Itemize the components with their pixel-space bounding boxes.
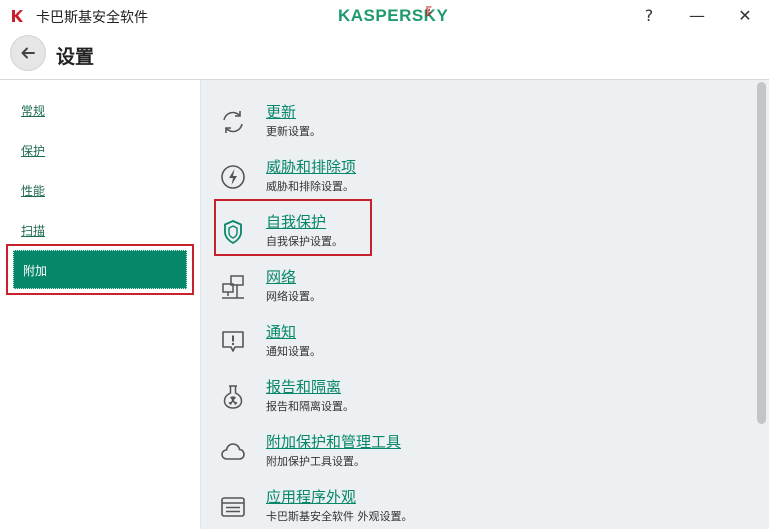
settings-entry-title[interactable]: 报告和隔离 [266,376,341,397]
settings-entry-notifications[interactable]: 通知 通知设置。 [201,320,741,364]
settings-entry-subtitle: 网络设置。 [266,290,321,303]
back-button[interactable] [10,35,46,71]
help-button[interactable]: ? [634,4,664,28]
scrollbar-thumb[interactable] [757,82,766,424]
sidebar-item-scan[interactable]: 扫描 [21,222,45,239]
settings-entry-additional-tools[interactable]: 附加保护和管理工具 附加保护工具设置。 [201,430,741,474]
settings-entry-title[interactable]: 应用程序外观 [266,486,356,507]
settings-entry-subtitle: 威胁和排除设置。 [266,180,354,193]
sidebar-item-additional[interactable]: 附加 [13,250,187,289]
refresh-icon [223,111,243,133]
title-bar: 卡巴斯基安全软件 KASPERSKY lab ? — ✕ [0,0,769,32]
cloud-icon [221,443,245,460]
close-button[interactable]: ✕ [730,4,760,28]
settings-entry-subtitle: 通知设置。 [266,345,321,358]
settings-entry-network[interactable]: 网络 网络设置。 [201,265,741,309]
settings-list: 更新 更新设置。 威胁和排除项 威胁和排除设置。 自我保护 自我保护设置。 网络… [200,80,769,529]
flask-icon [223,385,243,409]
network-icon [222,275,244,299]
settings-entry-appearance[interactable]: 应用程序外观 卡巴斯基安全软件 外观设置。 [201,485,741,529]
settings-entry-title[interactable]: 网络 [266,266,296,287]
brand-lab-mark: lab [424,6,431,17]
settings-entry-title[interactable]: 威胁和排除项 [266,156,356,177]
lightning-icon [221,165,245,189]
sidebar-item-protection[interactable]: 保护 [21,142,45,159]
page-header: 设置 [0,32,769,78]
appearance-icon [221,497,245,517]
settings-entry-reports-quarantine[interactable]: 报告和隔离 报告和隔离设置。 [201,375,741,419]
settings-entry-title[interactable]: 通知 [266,321,296,342]
sidebar-item-general[interactable]: 常规 [21,102,45,119]
settings-entry-subtitle: 报告和隔离设置。 [266,400,354,413]
sidebar: 常规 保护 性能 扫描 附加 [0,80,200,529]
window-title: 卡巴斯基安全软件 [36,10,148,26]
page-title: 设置 [56,46,95,68]
self-defense-highlight-frame [214,199,372,256]
kaspersky-logo-icon [10,9,24,23]
brand-logo: KASPERSKY [338,6,449,25]
arrow-left-icon [21,47,35,59]
settings-entry-title[interactable]: 更新 [266,101,296,122]
scrollbar[interactable] [755,82,767,525]
settings-entry-title[interactable]: 附加保护和管理工具 [266,431,401,452]
settings-entry-subtitle: 更新设置。 [266,125,321,138]
sidebar-item-label: 附加 [23,264,48,278]
settings-entry-subtitle: 卡巴斯基安全软件 外观设置。 [266,510,413,523]
settings-entry-threats[interactable]: 威胁和排除项 威胁和排除设置。 [201,155,741,199]
minimize-button[interactable]: — [682,4,712,28]
settings-entry-update[interactable]: 更新 更新设置。 [201,100,741,144]
sidebar-item-performance[interactable]: 性能 [21,182,45,199]
notification-icon [222,331,244,352]
settings-entry-subtitle: 附加保护工具设置。 [266,455,365,468]
sidebar-highlight-frame: 附加 [6,244,194,295]
